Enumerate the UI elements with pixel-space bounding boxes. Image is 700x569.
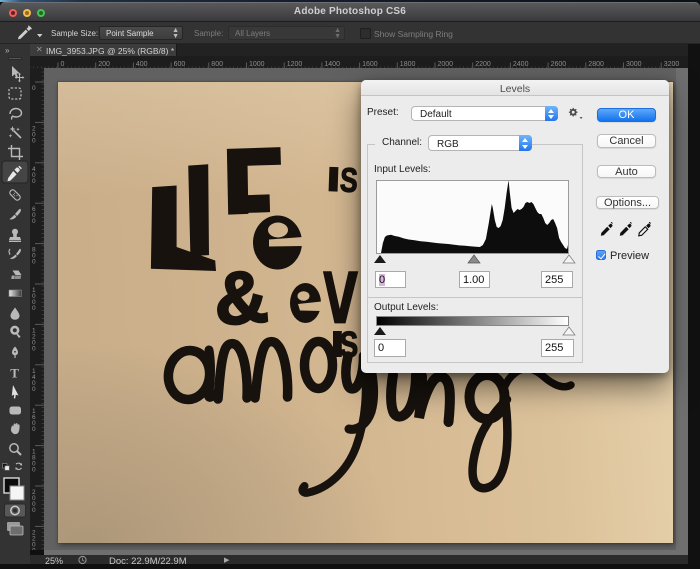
svg-text:T: T	[10, 366, 19, 381]
svg-text:400: 400	[136, 61, 148, 68]
svg-text:1200: 1200	[287, 61, 303, 68]
svg-text:1800: 1800	[400, 61, 416, 68]
svg-text:0: 0	[32, 547, 36, 550]
svg-text:0: 0	[32, 507, 36, 514]
svg-text:2800: 2800	[588, 61, 604, 68]
svg-text:0: 0	[32, 259, 36, 266]
svg-text:3000: 3000	[626, 61, 642, 68]
svg-text:0: 0	[32, 85, 36, 92]
svg-text:S: S	[339, 161, 359, 200]
svg-text:0: 0	[32, 345, 36, 352]
svg-text:»: »	[5, 46, 10, 55]
svg-text:0: 0	[32, 218, 36, 225]
svg-text:1400: 1400	[324, 61, 340, 68]
svg-text:1600: 1600	[362, 61, 378, 68]
svg-text:0: 0	[32, 137, 36, 144]
svg-text:0: 0	[32, 178, 36, 185]
svg-text:1000: 1000	[249, 61, 265, 68]
svg-text:3200: 3200	[664, 61, 680, 68]
svg-text:2400: 2400	[513, 61, 529, 68]
svg-text:0: 0	[32, 386, 36, 393]
svg-text:2600: 2600	[551, 61, 567, 68]
svg-text:600: 600	[174, 61, 186, 68]
svg-text:200: 200	[98, 61, 110, 68]
svg-text:2200: 2200	[475, 61, 491, 68]
svg-text:2000: 2000	[438, 61, 454, 68]
svg-text:800: 800	[211, 61, 223, 68]
svg-text:0: 0	[32, 305, 36, 312]
svg-text:&: &	[211, 254, 270, 341]
svg-text:0: 0	[32, 426, 36, 433]
svg-text:0: 0	[32, 467, 36, 474]
